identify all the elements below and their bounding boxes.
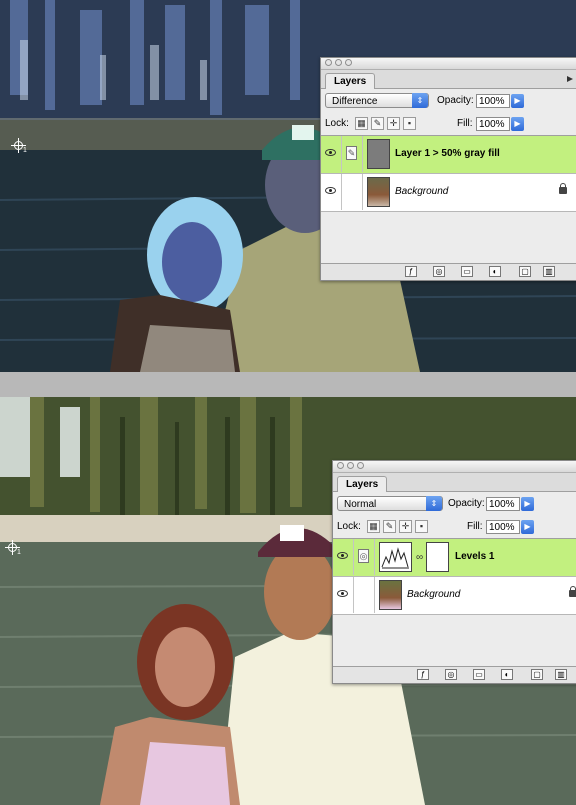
layer-style-icon[interactable]: ƒ bbox=[417, 669, 429, 680]
close-button[interactable] bbox=[325, 59, 332, 66]
updown-arrow-icon: ⇕ bbox=[412, 93, 428, 108]
trash-icon[interactable]: ▥ bbox=[543, 266, 555, 277]
chain-icon: ∞ bbox=[416, 552, 424, 563]
blend-mode-select[interactable]: Normal ⇕ bbox=[337, 496, 443, 511]
mask-icon: ◎ bbox=[358, 549, 369, 563]
blend-mode-select[interactable]: Difference ⇕ bbox=[325, 93, 429, 108]
zoom-button[interactable] bbox=[357, 462, 364, 469]
palette-titlebar[interactable] bbox=[321, 58, 576, 70]
folder-icon[interactable]: ▭ bbox=[461, 266, 473, 277]
palette-footer: ƒ ◎ ▭ ◐ ▢ ▥ bbox=[333, 666, 576, 683]
fill-label: Fill: bbox=[457, 118, 473, 129]
adjustment-icon[interactable]: ◐ bbox=[501, 669, 513, 680]
lock-icon bbox=[559, 183, 567, 194]
new-layer-icon[interactable]: ▢ bbox=[519, 266, 531, 277]
layer-row[interactable]: Background bbox=[333, 577, 576, 615]
move-icon[interactable]: ✛ bbox=[387, 117, 400, 130]
brush-icon[interactable]: ✎ bbox=[371, 117, 384, 130]
layer-row[interactable]: Background bbox=[321, 174, 576, 212]
palette-footer: ƒ ◎ ▭ ◐ ▢ ▥ bbox=[321, 263, 576, 280]
mask-thumbnail bbox=[426, 542, 449, 572]
lock-icon bbox=[569, 586, 576, 597]
close-button[interactable] bbox=[337, 462, 344, 469]
opacity-field[interactable]: 100% bbox=[476, 94, 510, 108]
move-icon[interactable]: ✛ bbox=[399, 520, 412, 533]
fill-slider-button[interactable]: ▶ bbox=[521, 520, 534, 534]
opacity-label: Opacity: bbox=[448, 498, 485, 509]
crosshair-cursor-icon: 1 bbox=[4, 539, 22, 557]
opacity-slider-button[interactable]: ▶ bbox=[511, 94, 524, 108]
eye-icon[interactable] bbox=[321, 174, 342, 210]
fill-label: Fill: bbox=[467, 521, 483, 532]
image-divider bbox=[0, 372, 576, 397]
new-layer-icon[interactable]: ▢ bbox=[531, 669, 543, 680]
adjustment-icon[interactable]: ◐ bbox=[489, 266, 501, 277]
minimize-button[interactable] bbox=[347, 462, 354, 469]
opacity-label: Opacity: bbox=[437, 95, 474, 106]
levels-histogram-icon bbox=[379, 542, 412, 572]
lock-label: Lock: bbox=[337, 521, 361, 532]
updown-arrow-icon: ⇕ bbox=[426, 496, 442, 511]
crosshair-cursor-icon: 1 bbox=[10, 137, 28, 155]
lock-label: Lock: bbox=[325, 118, 349, 129]
blend-mode-value: Difference bbox=[332, 96, 378, 107]
opacity-slider-button[interactable]: ▶ bbox=[521, 497, 534, 511]
layer-thumbnail bbox=[379, 580, 402, 610]
folder-icon[interactable]: ▭ bbox=[473, 669, 485, 680]
layer-row[interactable]: ◎ ∞ Levels 1 bbox=[333, 539, 576, 577]
palette-titlebar[interactable] bbox=[333, 461, 576, 473]
brush-icon[interactable]: ✎ bbox=[383, 520, 396, 533]
mask-icon[interactable]: ◎ bbox=[433, 266, 445, 277]
fill-field[interactable]: 100% bbox=[486, 520, 520, 534]
layer-thumbnail bbox=[367, 177, 390, 207]
brush-icon: ✎ bbox=[346, 146, 357, 160]
lock-icon[interactable]: ▪ bbox=[415, 520, 428, 533]
layer-name[interactable]: Layer 1 > 50% gray fill bbox=[395, 148, 500, 159]
palette-menu-icon[interactable] bbox=[565, 74, 575, 84]
mask-icon[interactable]: ◎ bbox=[445, 669, 457, 680]
layer-thumbnail bbox=[367, 139, 390, 169]
minimize-button[interactable] bbox=[335, 59, 342, 66]
lock-transparent-icon[interactable]: ▦ bbox=[367, 520, 380, 533]
zoom-button[interactable] bbox=[345, 59, 352, 66]
tab-layers[interactable]: Layers bbox=[325, 73, 376, 89]
fill-slider-button[interactable]: ▶ bbox=[511, 117, 524, 131]
tab-layers[interactable]: Layers bbox=[337, 476, 388, 492]
opacity-field[interactable]: 100% bbox=[486, 497, 520, 511]
eye-icon[interactable] bbox=[321, 136, 342, 172]
layer-style-icon[interactable]: ƒ bbox=[405, 266, 417, 277]
layers-palette-top[interactable]: Layers Difference ⇕ Opacity: 100% ▶ Lock… bbox=[320, 57, 576, 281]
fill-field[interactable]: 100% bbox=[476, 117, 510, 131]
layer-name[interactable]: Levels 1 bbox=[455, 551, 494, 562]
layer-name[interactable]: Background bbox=[395, 186, 448, 197]
layers-palette-bottom[interactable]: Layers Normal ⇕ Opacity: 100% ▶ Lock: ▦ … bbox=[332, 460, 576, 684]
eye-icon[interactable] bbox=[333, 539, 354, 575]
layer-row[interactable]: ✎ Layer 1 > 50% gray fill bbox=[321, 136, 576, 174]
blend-mode-value: Normal bbox=[344, 499, 377, 510]
lock-transparent-icon[interactable]: ▦ bbox=[355, 117, 368, 130]
eye-icon[interactable] bbox=[333, 577, 354, 613]
lock-icon[interactable]: ▪ bbox=[403, 117, 416, 130]
trash-icon[interactable]: ▥ bbox=[555, 669, 567, 680]
layer-name[interactable]: Background bbox=[407, 589, 460, 600]
